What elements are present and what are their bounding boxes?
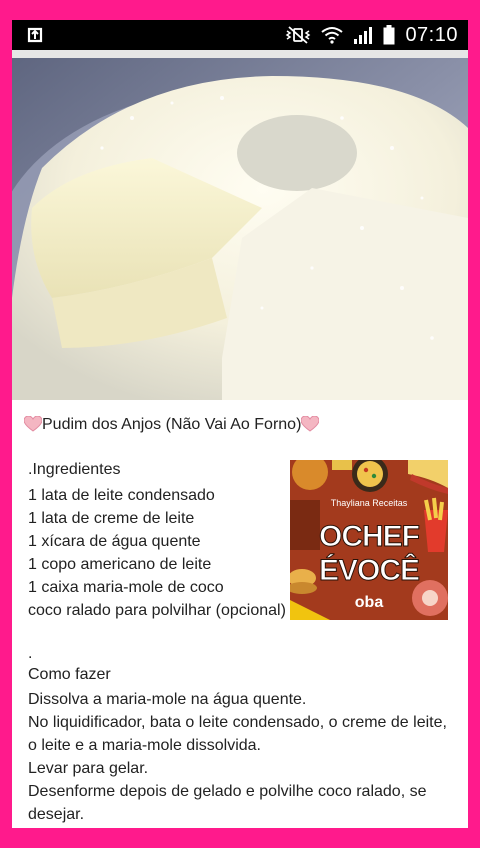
signal-icon bbox=[354, 27, 373, 44]
method-heading: Como fazer bbox=[28, 666, 111, 683]
ochef-evoce-logo: Thayliana Receitas OCHEF ÉVOCÊ oba bbox=[290, 460, 448, 620]
logo-brand: oba bbox=[355, 594, 384, 611]
ingredient-item: coco ralado para polvilhar (opcional) bbox=[28, 602, 286, 619]
ingredient-item: 1 copo americano de leite bbox=[28, 556, 212, 573]
method-step: No liquidificador, bata o leite condensa… bbox=[28, 714, 447, 754]
screen: 07:10 Pudim dos Anjos (Não Vai Ao Forno)… bbox=[12, 20, 468, 828]
logo-line-1: OCHEF bbox=[319, 520, 420, 553]
ingredients-heading: .Ingredientes bbox=[28, 461, 121, 478]
method-step: Desenforme depois de gelado e polvilhe c… bbox=[28, 783, 427, 823]
mute-vibrate-icon bbox=[286, 26, 311, 44]
ingredient-item: 1 xícara de água quente bbox=[28, 533, 201, 550]
logo-line-2: ÉVOCÊ bbox=[319, 553, 419, 587]
ingredient-item: 1 lata de leite condensado bbox=[28, 487, 215, 504]
app-notification-icon bbox=[27, 27, 43, 43]
battery-icon bbox=[383, 25, 395, 45]
divider bbox=[12, 50, 468, 58]
heart-icon bbox=[24, 416, 42, 432]
status-bar: 07:10 bbox=[12, 20, 468, 50]
ingredient-item: 1 lata de creme de leite bbox=[28, 510, 195, 527]
logo-credit: Thayliana Receitas bbox=[331, 498, 408, 508]
recipe-title: Pudim dos Anjos (Não Vai Ao Forno) bbox=[42, 416, 302, 433]
method-steps: Dissolva a maria-mole na água quente. No… bbox=[28, 688, 458, 826]
recipe-title-line: Pudim dos Anjos (Não Vai Ao Forno) bbox=[24, 416, 320, 434]
ingredient-item: 1 caixa maria-mole de coco bbox=[28, 579, 224, 596]
separator-dot: . bbox=[28, 645, 33, 662]
heart-icon bbox=[301, 416, 320, 432]
method-step: Levar para gelar. bbox=[28, 760, 149, 777]
wifi-icon bbox=[321, 27, 344, 44]
ingredients-list: 1 lata de leite condensado 1 lata de cre… bbox=[28, 484, 286, 622]
pudding-photo bbox=[12, 58, 468, 400]
clock: 07:10 bbox=[405, 23, 458, 46]
method-step: Dissolva a maria-mole na água quente. bbox=[28, 691, 307, 708]
recipe-post: Pudim dos Anjos (Não Vai Ao Forno) .Ingr… bbox=[12, 400, 468, 828]
